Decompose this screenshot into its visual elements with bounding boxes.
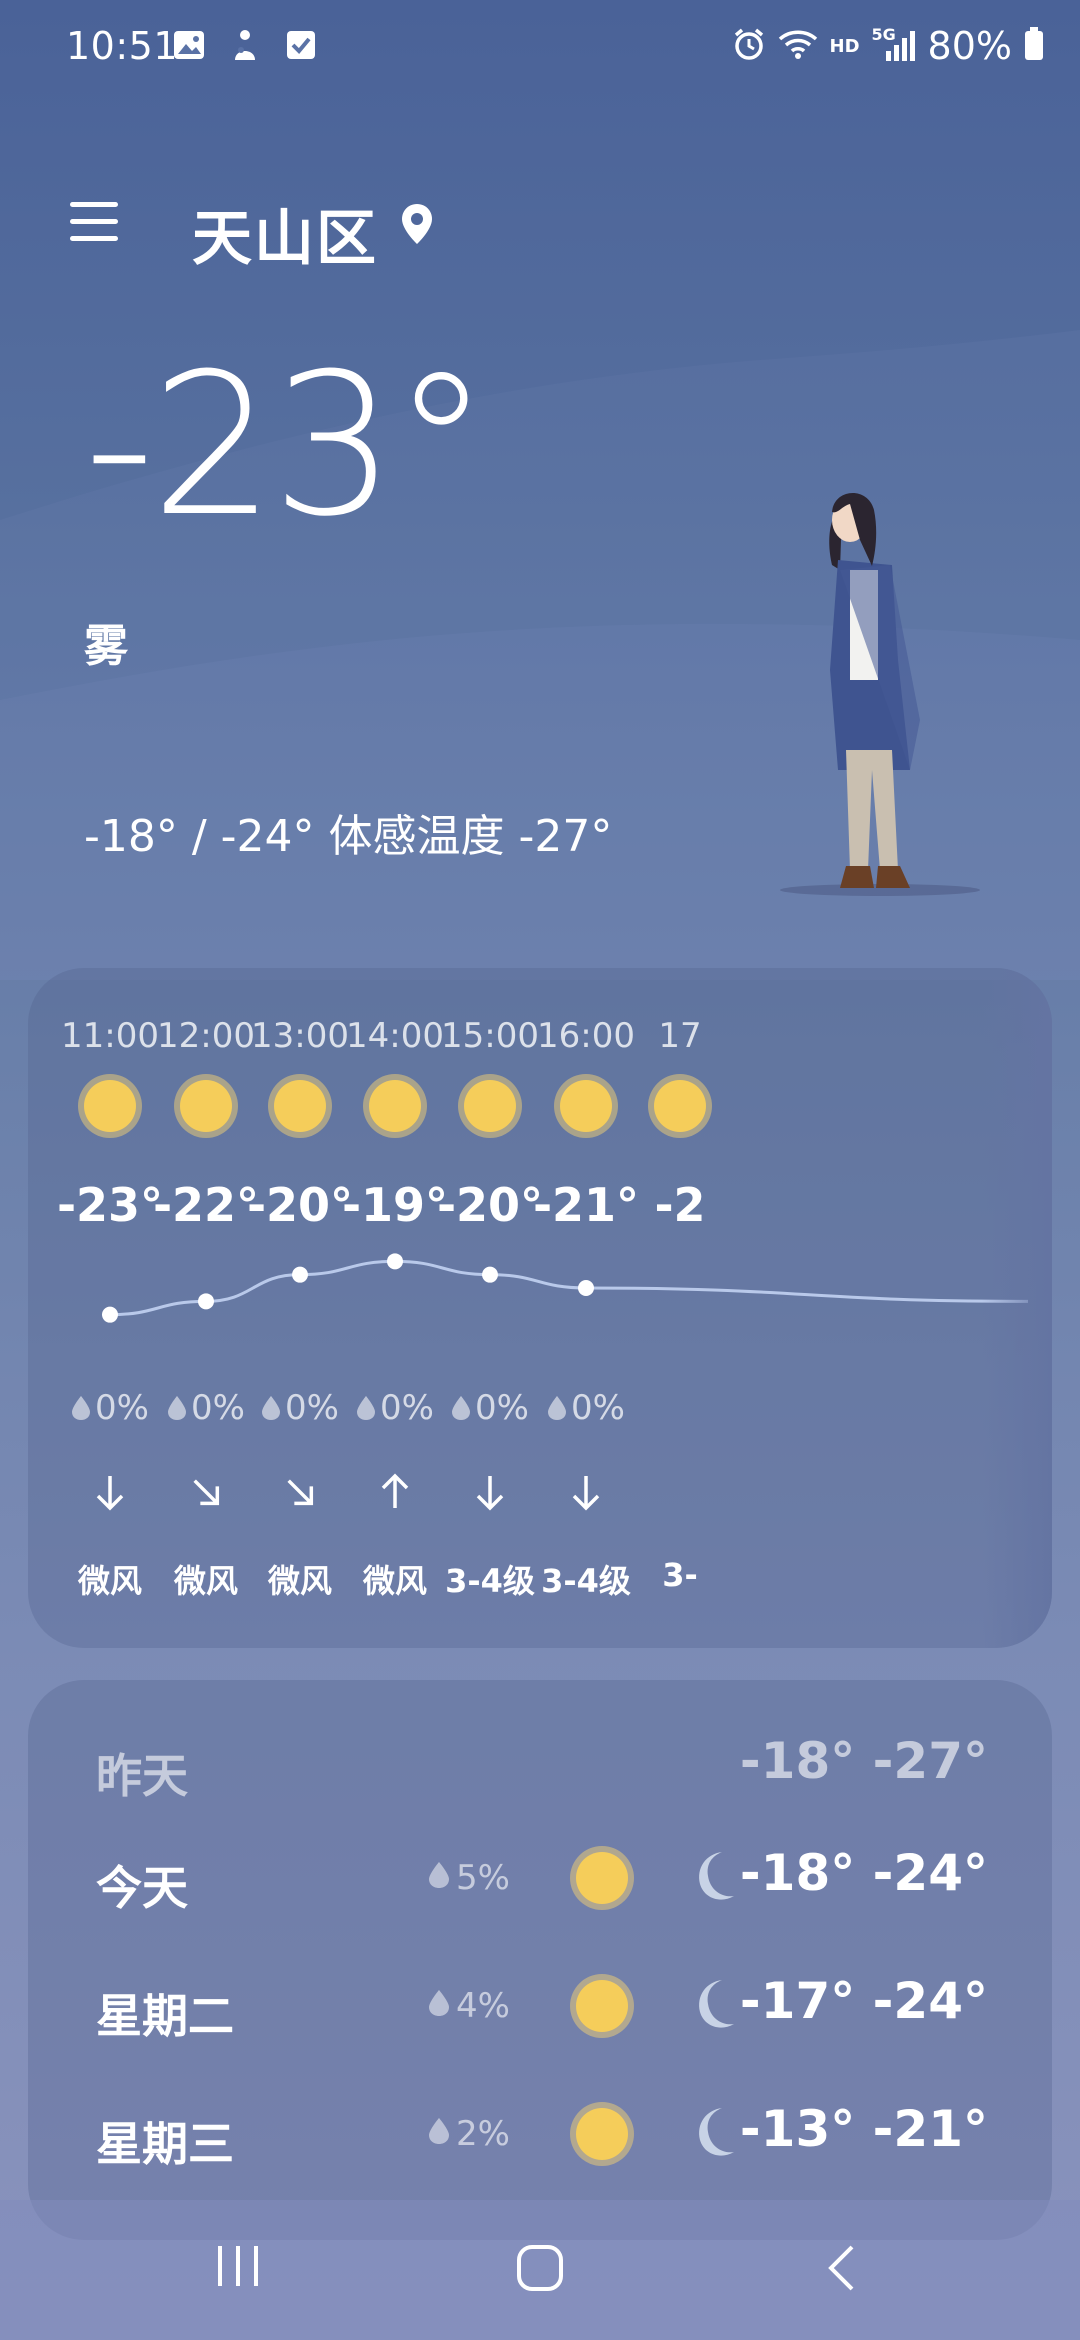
hd-icon: HD [829,35,860,57]
sun-icon [274,1080,326,1132]
sun-icon [576,1980,628,2032]
day-precip: 2% [428,2114,510,2154]
sun-icon [576,1852,628,1904]
precip-value: 4% [456,1986,510,2026]
day-precip: 5% [428,1858,510,1898]
hour-wind: 3- [662,1556,698,1594]
hour-time: 17 [658,1016,702,1056]
location-pin-icon [400,202,434,250]
battery-icon [1024,27,1044,65]
droplet-icon [428,1858,450,1898]
header: 天山区 [0,180,1080,280]
moon-icon [682,1846,742,1910]
wind-direction-icon [91,1473,129,1511]
day-row[interactable]: 星期三 2% -13° -21° [28,2086,1052,2186]
sun-icon [180,1080,232,1132]
day-temps: -13° -21° [739,2100,988,2158]
droplet-icon [451,1390,471,1430]
menu-icon-line [70,219,118,224]
precip-value: 5% [456,1858,510,1898]
person-icon [228,28,262,62]
image-icon [172,28,206,62]
alarm-icon [732,27,766,65]
sun-icon [576,2108,628,2160]
temperature-range: -18° / -24° 体感温度 -27° [84,811,613,862]
status-time: 10:51 [66,24,179,68]
day-precip: 4% [428,1986,510,2026]
wind-direction-icon [471,1473,509,1511]
person-illustration [780,470,1020,914]
wind-direction-icon [273,1465,327,1519]
yesterday-row: 昨天 -18° -27° [28,1720,1052,1820]
wind-direction-icon [179,1465,233,1519]
sun-icon [654,1080,706,1132]
weather-condition: 雾 [84,621,128,672]
sun-icon [464,1080,516,1132]
menu-button[interactable] [70,202,122,254]
hourly-forecast-card[interactable]: 11:00 -23° 0% 微风 12:00 -22° 0% 微风 13:00 -20° 0% 微风 1… [28,968,1052,1648]
droplet-icon [428,1986,450,2026]
day-row[interactable]: 今天 5% -18° -24° [28,1830,1052,1930]
menu-icon-line [70,236,118,241]
sun-icon [84,1080,136,1132]
moon-icon [682,2102,742,2166]
sun-icon [560,1080,612,1132]
droplet-icon [261,1390,281,1430]
wifi-icon [778,28,818,64]
day-row[interactable]: 星期二 4% -17° -24° [28,1958,1052,2058]
checkbox-icon [284,28,318,62]
day-label: 昨天 [96,1749,188,1803]
day-label: 今天 [96,1861,188,1915]
droplet-icon [167,1390,187,1430]
droplet-icon [71,1390,91,1430]
menu-icon-line [70,202,118,207]
droplet-icon [356,1390,376,1430]
day-temps: -17° -24° [739,1972,988,2030]
sun-icon [369,1080,421,1132]
day-temps: -18° -24° [739,1844,988,1902]
day-label: 星期二 [96,1989,234,2043]
wind-direction-icon [567,1473,605,1511]
city-name[interactable]: 天山区 [192,190,378,277]
droplet-icon [428,2114,450,2154]
daily-forecast-card[interactable]: 昨天 -18° -27° 今天 5% -18° -24° 星期二 4% -17° -24°… [28,1680,1052,2240]
day-label: 星期三 [96,2117,234,2171]
recent-apps-button[interactable] [216,2244,262,2292]
scroll-fade [982,968,1052,1648]
hour-temp: -2 [654,1178,706,1232]
battery-percent: 80% [927,24,1012,68]
back-button[interactable] [826,2244,856,2296]
navigation-bar [0,2200,1080,2340]
status-bar: 10:51 HD 5G 80% [0,0,1080,100]
precip-value: 2% [456,2114,510,2154]
home-button[interactable] [516,2244,564,2296]
signal-5g-icon: 5G [872,25,916,63]
hour-column: 17 -2 3- [609,968,751,1648]
current-temperature: -23° [84,332,490,560]
moon-icon [682,1974,742,2038]
wind-direction-icon [376,1473,414,1511]
day-temps: -18° -27° [739,1732,988,1790]
droplet-icon [547,1390,567,1430]
